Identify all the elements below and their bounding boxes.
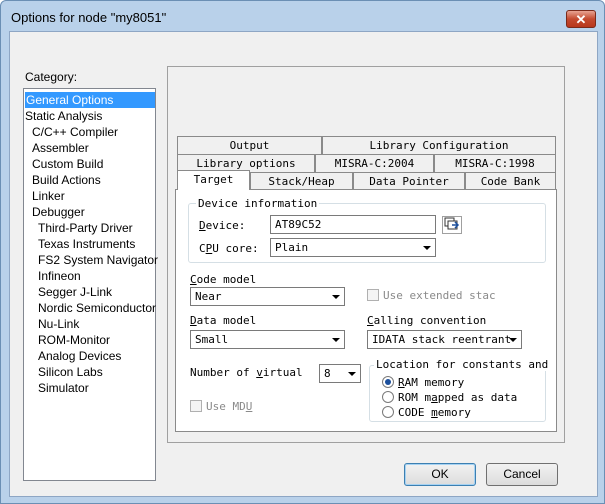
category-item[interactable]: Third-Party Driver: [24, 220, 133, 236]
calling-convention-value: IDATA stack reentrant: [372, 333, 512, 346]
cpu-core-value: Plain: [275, 241, 309, 254]
tab-target[interactable]: Target: [177, 170, 250, 190]
category-item[interactable]: Nordic Semiconductor: [24, 300, 156, 316]
category-item[interactable]: Analog Devices: [24, 348, 121, 364]
category-item[interactable]: General Options: [25, 92, 155, 108]
device-info-title: Device information: [196, 197, 320, 210]
device-field[interactable]: AT89C52: [270, 215, 436, 234]
code-model-value: Near: [195, 290, 222, 303]
tab-data-pointer[interactable]: Data Pointer: [353, 172, 465, 190]
calling-convention-select[interactable]: IDATA stack reentrant: [367, 330, 522, 349]
category-item[interactable]: Build Actions: [24, 172, 101, 188]
use-extended-stack-label: Use extended stac: [383, 289, 496, 302]
code-model-select[interactable]: Near: [190, 287, 345, 306]
category-item[interactable]: Linker: [24, 188, 65, 204]
device-label: Device:: [199, 219, 246, 232]
device-select-icon[interactable]: [442, 216, 462, 234]
data-model-value: Small: [195, 333, 229, 346]
use-mdu-checkbox[interactable]: [190, 400, 202, 412]
category-item[interactable]: Nu-Link: [24, 316, 79, 332]
num-virtual-label: Number of virtual: [190, 366, 303, 379]
ok-button[interactable]: OK: [404, 463, 476, 486]
category-item[interactable]: Infineon: [24, 268, 81, 284]
num-virtual-value: 8: [324, 367, 331, 380]
category-item[interactable]: ROM-Monitor: [24, 332, 110, 348]
cpu-core-label: CPU core:: [199, 242, 259, 255]
data-model-select[interactable]: Small: [190, 330, 345, 349]
calling-convention-label: Calling convention: [367, 314, 487, 327]
code-memory-radio[interactable]: [382, 406, 394, 418]
category-item[interactable]: Texas Instruments: [24, 236, 135, 252]
category-item[interactable]: Debugger: [24, 204, 85, 220]
category-item[interactable]: Segger J-Link: [24, 284, 112, 300]
rom-mapped-label: ROM mapped as data: [398, 391, 518, 404]
category-item[interactable]: Silicon Labs: [24, 364, 103, 380]
rom-mapped-radio[interactable]: [382, 391, 394, 403]
category-item[interactable]: C/C++ Compiler: [24, 124, 118, 140]
chevron-down-icon: [332, 295, 340, 299]
chevron-down-icon: [509, 338, 517, 342]
use-mdu-label: Use MDU: [206, 400, 253, 413]
window-title: Options for node "my8051": [11, 10, 167, 25]
code-memory-label: CODE memory: [398, 406, 471, 419]
tab-output[interactable]: Output: [177, 136, 322, 154]
close-button[interactable]: ✕: [566, 10, 596, 28]
category-item[interactable]: Custom Build: [24, 156, 103, 172]
num-virtual-select[interactable]: 8: [319, 364, 361, 383]
use-extended-stack-checkbox[interactable]: [367, 289, 379, 301]
location-title: Location for constants and str: [374, 358, 554, 371]
tab-code-bank[interactable]: Code Bank: [465, 172, 556, 190]
tab-misra-c-1998[interactable]: MISRA-C:1998: [434, 154, 556, 172]
cpu-core-select[interactable]: Plain: [270, 238, 436, 257]
ram-memory-radio[interactable]: [382, 376, 394, 388]
chevron-down-icon: [332, 338, 340, 342]
category-item[interactable]: Static Analysis: [24, 108, 102, 124]
category-item[interactable]: Simulator: [24, 380, 89, 396]
category-label: Category:: [25, 70, 78, 84]
chevron-down-icon: [423, 246, 431, 250]
category-item[interactable]: FS2 System Navigator: [24, 252, 158, 268]
code-model-label: Code model: [190, 273, 257, 286]
title-bar[interactable]: Options for node "my8051" ✕: [1, 1, 604, 31]
tab-misra-c-2004[interactable]: MISRA-C:2004: [315, 154, 434, 172]
ram-memory-label: RAM memory: [398, 376, 465, 389]
chevron-down-icon: [348, 372, 356, 376]
category-item[interactable]: Assembler: [24, 140, 89, 156]
tab-library-configuration[interactable]: Library Configuration: [322, 136, 556, 154]
tab-stack-heap[interactable]: Stack/Heap: [250, 172, 353, 190]
cancel-button[interactable]: Cancel: [486, 463, 558, 486]
category-list[interactable]: General Options Static Analysis C/C++ Comp…: [23, 88, 158, 481]
data-model-label: Data model: [190, 314, 257, 327]
